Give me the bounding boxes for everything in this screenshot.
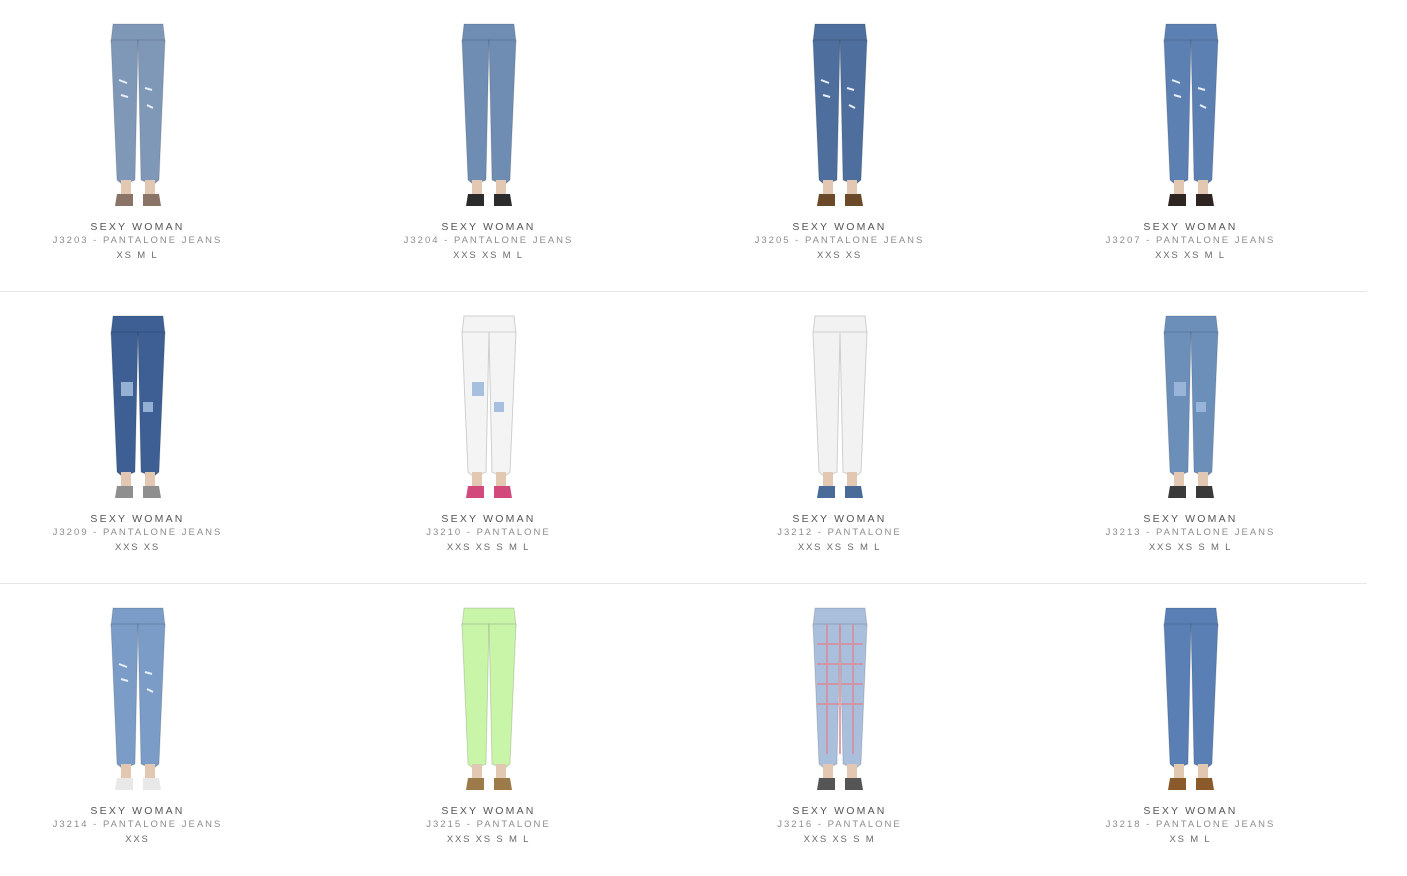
cropped-jeans-icon	[433, 20, 544, 212]
white-pants-icon	[784, 312, 895, 504]
product-row: SEXY WOMAN J3214 - PANTALONE JEANS XXS S…	[0, 584, 1367, 876]
product-name[interactable]: J3207 - PANTALONE JEANS	[1015, 234, 1366, 248]
product-sizes: XXS XS M L	[453, 250, 524, 261]
product-image[interactable]	[784, 604, 895, 796]
product-image[interactable]	[784, 312, 895, 504]
product-name[interactable]: J3213 - PANTALONE JEANS	[1015, 526, 1366, 540]
product-name[interactable]: J3214 - PANTALONE JEANS	[0, 818, 313, 832]
product-brand[interactable]: SEXY WOMAN	[1015, 804, 1366, 818]
product-card[interactable]: SEXY WOMAN J3204 - PANTALONE JEANS XXS X…	[313, 20, 664, 290]
product-image[interactable]	[1135, 604, 1246, 796]
product-card[interactable]: SEXY WOMAN J3203 - PANTALONE JEANS XS M …	[0, 20, 313, 290]
product-sizes: XXS XS M L	[1155, 250, 1226, 261]
product-brand[interactable]: SEXY WOMAN	[0, 804, 313, 818]
product-name[interactable]: J3204 - PANTALONE JEANS	[313, 234, 664, 248]
product-card[interactable]: SEXY WOMAN J3205 - PANTALONE JEANS XXS X…	[664, 20, 1015, 290]
product-sizes: XXS XS	[114, 542, 161, 553]
product-grid: SEXY WOMAN J3203 - PANTALONE JEANS XS M …	[0, 0, 1367, 876]
product-card[interactable]: SEXY WOMAN J3215 - PANTALONE XXS XS S M …	[313, 604, 664, 874]
product-brand[interactable]: SEXY WOMAN	[664, 804, 1015, 818]
product-image[interactable]	[82, 20, 193, 212]
product-sizes: XXS XS S M L	[797, 542, 882, 553]
product-name[interactable]: J3216 - PANTALONE	[664, 818, 1015, 832]
suspender-jeans-icon	[1135, 312, 1246, 504]
product-brand[interactable]: SEXY WOMAN	[313, 220, 664, 234]
product-name[interactable]: J3203 - PANTALONE JEANS	[0, 234, 313, 248]
product-image[interactable]	[784, 20, 895, 212]
product-row: SEXY WOMAN J3203 - PANTALONE JEANS XS M …	[0, 0, 1367, 292]
product-name[interactable]: J3215 - PANTALONE	[313, 818, 664, 832]
product-sizes: XXS XS S M L	[1148, 542, 1233, 553]
product-brand[interactable]: SEXY WOMAN	[0, 512, 313, 526]
neon-green-pants-icon	[433, 604, 544, 796]
patched-dark-jeans-icon	[82, 312, 193, 504]
product-name[interactable]: J3205 - PANTALONE JEANS	[664, 234, 1015, 248]
product-brand[interactable]: SEXY WOMAN	[664, 220, 1015, 234]
product-sizes: XS M L	[1169, 834, 1212, 845]
product-brand[interactable]: SEXY WOMAN	[664, 512, 1015, 526]
product-sizes: XXS XS S M L	[446, 834, 531, 845]
product-image[interactable]	[1135, 20, 1246, 212]
white-patched-pants-icon	[433, 312, 544, 504]
product-card[interactable]: SEXY WOMAN J3209 - PANTALONE JEANS XXS X…	[0, 312, 313, 582]
product-card[interactable]: SEXY WOMAN J3214 - PANTALONE JEANS XXS	[0, 604, 313, 874]
product-name[interactable]: J3210 - PANTALONE	[313, 526, 664, 540]
product-card[interactable]: SEXY WOMAN J3218 - PANTALONE JEANS XS M …	[1015, 604, 1366, 874]
product-card[interactable]: SEXY WOMAN J3207 - PANTALONE JEANS XXS X…	[1015, 20, 1366, 290]
product-sizes: XXS	[125, 834, 150, 845]
product-brand[interactable]: SEXY WOMAN	[313, 804, 664, 818]
product-brand[interactable]: SEXY WOMAN	[1015, 220, 1366, 234]
product-sizes: XXS XS	[816, 250, 863, 261]
classic-skinny-jeans-icon	[1135, 604, 1246, 796]
product-brand[interactable]: SEXY WOMAN	[1015, 512, 1366, 526]
light-wash-skinny-jeans-icon	[82, 20, 193, 212]
product-sizes: XS M L	[116, 250, 159, 261]
product-card[interactable]: SEXY WOMAN J3213 - PANTALONE JEANS XXS X…	[1015, 312, 1366, 582]
plaid-pants-icon	[784, 604, 895, 796]
ripped-jeans-icon	[784, 20, 895, 212]
product-image[interactable]	[82, 604, 193, 796]
product-brand[interactable]: SEXY WOMAN	[313, 512, 664, 526]
product-name[interactable]: J3212 - PANTALONE	[664, 526, 1015, 540]
product-image[interactable]	[1135, 312, 1246, 504]
product-image[interactable]	[433, 20, 544, 212]
distressed-jeans-icon	[82, 604, 193, 796]
product-card[interactable]: SEXY WOMAN J3210 - PANTALONE XXS XS S M …	[313, 312, 664, 582]
product-card[interactable]: SEXY WOMAN J3216 - PANTALONE XXS XS S M	[664, 604, 1015, 874]
product-image[interactable]	[433, 604, 544, 796]
product-card[interactable]: SEXY WOMAN J3212 - PANTALONE XXS XS S M …	[664, 312, 1015, 582]
product-sizes: XXS XS S M	[803, 834, 876, 845]
product-image[interactable]	[82, 312, 193, 504]
product-name[interactable]: J3209 - PANTALONE JEANS	[0, 526, 313, 540]
product-image[interactable]	[433, 312, 544, 504]
product-brand[interactable]: SEXY WOMAN	[0, 220, 313, 234]
product-sizes: XXS XS S M L	[446, 542, 531, 553]
product-row: SEXY WOMAN J3209 - PANTALONE JEANS XXS X…	[0, 292, 1367, 584]
product-name[interactable]: J3218 - PANTALONE JEANS	[1015, 818, 1366, 832]
ripped-skinny-jeans-icon	[1135, 20, 1246, 212]
